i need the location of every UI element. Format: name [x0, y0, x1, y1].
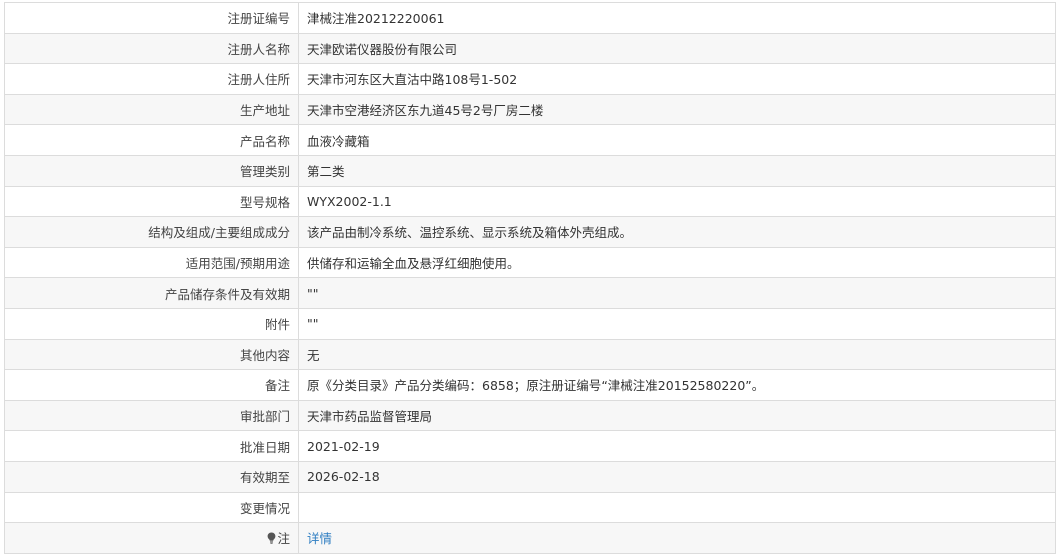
table-row: 审批部门 天津市药品监督管理局 — [4, 399, 1056, 432]
change-status-label: 变更情况 — [4, 491, 299, 524]
registration-detail-table: 注册证编号 津械注准20212220061 注册人名称 天津欧诺仪器股份有限公司… — [4, 2, 1056, 554]
registrant-name-label: 注册人名称 — [4, 32, 299, 65]
storage-conditions-label: 产品储存条件及有效期 — [4, 277, 299, 309]
note-value-cell: 详情 — [298, 522, 1056, 554]
table-row: 注册证编号 津械注准20212220061 — [4, 2, 1056, 34]
registration-number-label: 注册证编号 — [4, 2, 299, 34]
note-label: 注 — [277, 531, 290, 547]
table-row: 结构及组成/主要组成成分 该产品由制冷系统、温控系统、显示系统及箱体外壳组成。 — [4, 216, 1056, 248]
remarks-label: 备注 — [4, 369, 299, 401]
storage-conditions-value: "" — [298, 277, 1056, 309]
management-class-value: 第二类 — [298, 154, 1056, 187]
valid-until-label: 有效期至 — [4, 460, 299, 493]
table-row: 产品名称 血液冷藏箱 — [4, 124, 1056, 156]
table-row: 变更情况 — [4, 491, 1056, 524]
table-row: 备注 原《分类目录》产品分类编码：6858；原注册证编号“津械注准2015258… — [4, 369, 1056, 401]
table-row: 批准日期 2021-02-19 — [4, 430, 1056, 462]
change-status-value — [298, 491, 1056, 524]
table-row: 附件 "" — [4, 307, 1056, 340]
model-spec-value: WYX2002-1.1 — [298, 185, 1056, 218]
intended-use-value: 供储存和运输全血及悬浮红细胞使用。 — [298, 246, 1056, 279]
table-row: 产品储存条件及有效期 "" — [4, 277, 1056, 309]
other-content-label: 其他内容 — [4, 338, 299, 371]
management-class-label: 管理类别 — [4, 154, 299, 187]
registrant-name-value: 天津欧诺仪器股份有限公司 — [298, 32, 1056, 65]
table-row: 生产地址 天津市空港经济区东九道45号2号厂房二楼 — [4, 93, 1056, 126]
table-row: 有效期至 2026-02-18 — [4, 460, 1056, 493]
details-link[interactable]: 详情 — [307, 531, 332, 546]
note-label-cell: 注 — [4, 522, 299, 554]
table-row: 注册人住所 天津市河东区大直沽中路108号1-502 — [4, 63, 1056, 95]
registration-number-value: 津械注准20212220061 — [298, 2, 1056, 34]
registrant-address-label: 注册人住所 — [4, 63, 299, 95]
table-row: 适用范围/预期用途 供储存和运输全血及悬浮红细胞使用。 — [4, 246, 1056, 279]
table-row: 型号规格 WYX2002-1.1 — [4, 185, 1056, 218]
attachments-value: "" — [298, 307, 1056, 340]
table-row: 其他内容 无 — [4, 338, 1056, 371]
intended-use-label: 适用范围/预期用途 — [4, 246, 299, 279]
production-address-value: 天津市空港经济区东九道45号2号厂房二楼 — [298, 93, 1056, 126]
attachments-label: 附件 — [4, 307, 299, 340]
product-name-label: 产品名称 — [4, 124, 299, 156]
approval-department-label: 审批部门 — [4, 399, 299, 432]
approval-department-value: 天津市药品监督管理局 — [298, 399, 1056, 432]
registrant-address-value: 天津市河东区大直沽中路108号1-502 — [298, 63, 1056, 95]
approval-date-value: 2021-02-19 — [298, 430, 1056, 462]
other-content-value: 无 — [298, 338, 1056, 371]
table-row: 注册人名称 天津欧诺仪器股份有限公司 — [4, 32, 1056, 65]
structure-composition-value: 该产品由制冷系统、温控系统、显示系统及箱体外壳组成。 — [298, 216, 1056, 248]
table-row: 注 详情 — [4, 522, 1056, 554]
valid-until-value: 2026-02-18 — [298, 460, 1056, 493]
remarks-value: 原《分类目录》产品分类编码：6858；原注册证编号“津械注准2015258022… — [298, 369, 1056, 401]
model-spec-label: 型号规格 — [4, 185, 299, 218]
product-name-value: 血液冷藏箱 — [298, 124, 1056, 156]
lightbulb-icon — [268, 532, 276, 545]
table-row: 管理类别 第二类 — [4, 154, 1056, 187]
approval-date-label: 批准日期 — [4, 430, 299, 462]
production-address-label: 生产地址 — [4, 93, 299, 126]
structure-composition-label: 结构及组成/主要组成成分 — [4, 216, 299, 248]
